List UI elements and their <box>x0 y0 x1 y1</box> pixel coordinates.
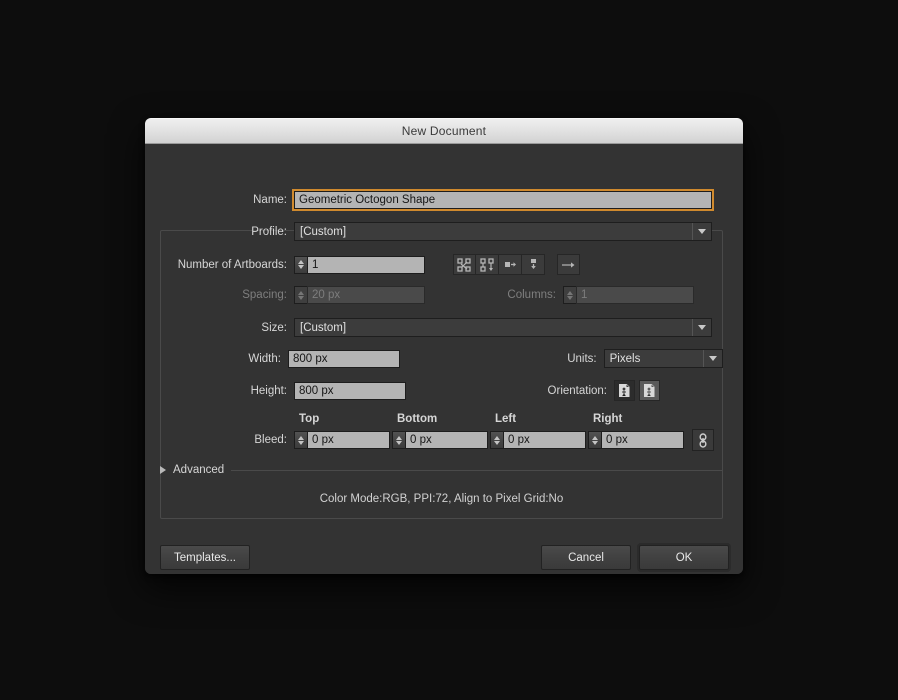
height-input[interactable] <box>294 381 406 400</box>
profile-dropdown[interactable]: [Custom] <box>294 222 712 241</box>
spacing-columns-row: Spacing: Columns: <box>160 286 723 304</box>
size-label: Size: <box>261 321 287 334</box>
name-input[interactable] <box>294 191 712 209</box>
new-document-dialog: New Document Name: Profile: [Custom] Num… <box>145 118 743 574</box>
advanced-section-toggle[interactable]: Advanced <box>160 464 723 476</box>
bleed-bottom-stepper[interactable] <box>392 431 405 449</box>
bleed-top-input[interactable] <box>307 431 390 449</box>
profile-row: Profile: [Custom] <box>160 222 723 241</box>
spacing-label: Spacing: <box>242 289 287 301</box>
bleed-top-header: Top <box>299 413 320 425</box>
bleed-headers-row: Top Bottom Left Right <box>160 413 723 425</box>
size-dropdown[interactable]: [Custom] <box>294 318 712 337</box>
grid-by-column-icon-button[interactable] <box>476 254 499 275</box>
spacing-stepper[interactable] <box>294 286 307 304</box>
dialog-body: Name: Profile: [Custom] Number of Artboa… <box>145 144 743 574</box>
dialog-titlebar: New Document <box>145 118 743 144</box>
chevron-down-icon <box>692 319 711 336</box>
columns-input[interactable] <box>576 286 694 304</box>
size-row: Size: [Custom] <box>160 318 723 337</box>
height-orientation-row: Height: Orientation: <box>160 380 723 401</box>
bleed-top-stepper[interactable] <box>294 431 307 449</box>
bleed-left-input[interactable] <box>503 431 586 449</box>
cancel-button[interactable]: Cancel <box>541 545 631 570</box>
bleed-right-stepper[interactable] <box>588 431 601 449</box>
artboards-label: Number of Artboards: <box>177 258 287 271</box>
bleed-bottom-input[interactable] <box>405 431 488 449</box>
advanced-label: Advanced <box>173 464 225 476</box>
portrait-orientation-button[interactable] <box>614 380 635 401</box>
columns-label: Columns: <box>507 289 556 301</box>
ok-button[interactable]: OK <box>639 545 729 570</box>
name-label: Name: <box>253 194 287 206</box>
artboards-input[interactable] <box>307 255 425 274</box>
portrait-orientation-icon <box>619 384 630 397</box>
size-value: [Custom] <box>300 321 347 334</box>
bleed-row: Bleed: <box>160 429 723 451</box>
arrange-down-icon <box>530 258 536 269</box>
artboards-stepper[interactable] <box>294 255 307 274</box>
columns-stepper[interactable] <box>563 286 576 304</box>
spacing-input[interactable] <box>307 286 425 304</box>
profile-label: Profile: <box>251 225 287 238</box>
landscape-orientation-icon <box>644 384 655 397</box>
advanced-divider <box>231 469 723 471</box>
orientation-label: Orientation: <box>547 384 607 397</box>
name-row: Name: <box>160 191 723 209</box>
bleed-label: Bleed: <box>254 434 287 446</box>
landscape-orientation-button[interactable] <box>639 380 660 401</box>
width-input[interactable] <box>287 349 400 368</box>
flow-direction-icon <box>562 261 575 268</box>
chevron-down-icon <box>703 350 722 367</box>
settings-summary: Color Mode:RGB, PPI:72, Align to Pixel G… <box>319 493 564 505</box>
profile-value: [Custom] <box>300 225 347 238</box>
arrange-right-icon-button[interactable] <box>499 254 522 275</box>
height-label: Height: <box>250 384 287 397</box>
bleed-right-input[interactable] <box>601 431 684 449</box>
chevron-down-icon <box>692 223 711 240</box>
bleed-right-header: Right <box>593 413 623 425</box>
bleed-left-stepper[interactable] <box>490 431 503 449</box>
bleed-bottom-header: Bottom <box>397 413 438 425</box>
grid-by-column-icon <box>479 257 494 272</box>
units-label: Units: <box>567 352 597 365</box>
triangle-right-icon <box>160 466 166 474</box>
width-label: Width: <box>248 352 281 365</box>
grid-by-row-icon <box>457 257 471 272</box>
artboards-row: Number of Artboards: <box>160 254 723 275</box>
width-units-row: Width: Units: Pixels <box>160 349 723 368</box>
bleed-link-button[interactable] <box>692 429 714 451</box>
arrange-right-icon <box>504 261 516 267</box>
chain-link-icon <box>699 432 707 448</box>
bleed-left-header: Left <box>495 413 517 425</box>
dialog-title: New Document <box>401 124 487 138</box>
grid-by-row-icon-button[interactable] <box>453 254 476 275</box>
units-dropdown[interactable]: Pixels <box>603 349 723 368</box>
templates-button[interactable]: Templates... <box>160 545 250 570</box>
arrange-down-icon-button[interactable] <box>522 254 545 275</box>
units-value: Pixels <box>609 352 641 365</box>
flow-direction-icon-button[interactable] <box>557 254 580 275</box>
